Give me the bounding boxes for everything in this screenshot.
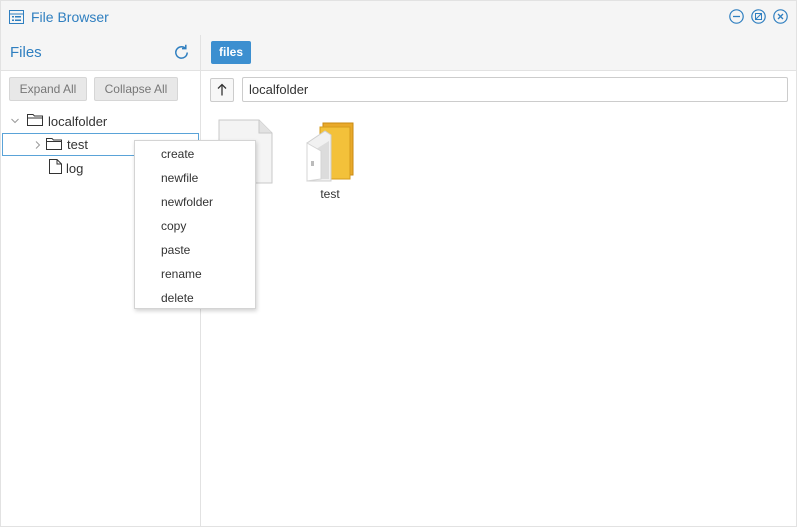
window-title: File Browser xyxy=(31,9,109,25)
file-list-header: files xyxy=(201,35,796,71)
tree-node-label: localfolder xyxy=(48,113,108,129)
tree-node-log[interactable]: log xyxy=(49,157,83,179)
folder-item-test[interactable]: test xyxy=(301,121,359,203)
refresh-icon[interactable] xyxy=(172,43,191,62)
files-panel-header: Files xyxy=(1,35,200,71)
arrow-up-icon[interactable] xyxy=(210,78,234,102)
tree-node-label: test xyxy=(67,137,88,152)
context-menu-item-rename[interactable]: rename xyxy=(135,262,255,286)
tab-files[interactable]: files xyxy=(211,41,252,64)
minimize-icon[interactable] xyxy=(729,9,744,24)
tree-node-label: log xyxy=(66,160,84,176)
collapse-all-button[interactable]: Collapse All xyxy=(94,77,178,101)
files-panel-title: Files xyxy=(10,44,42,61)
file-browser-window: File Browser Files Expand All Collapse A… xyxy=(0,0,797,527)
chevron-down-icon[interactable] xyxy=(9,115,21,127)
file-icon xyxy=(49,159,62,177)
expand-all-button[interactable]: Expand All xyxy=(9,77,87,101)
folder-item-label: test xyxy=(320,187,340,201)
context-menu: create newfile newfolder copy paste rena… xyxy=(134,140,256,309)
close-icon[interactable] xyxy=(773,9,788,24)
tree-node-localfolder[interactable]: localfolder xyxy=(9,110,107,132)
file-list-panel: files log xyxy=(201,35,796,526)
folder-icon xyxy=(46,137,63,153)
context-menu-item-delete[interactable]: delete xyxy=(135,286,255,310)
folder-open-icon xyxy=(27,113,44,129)
chevron-right-icon[interactable] xyxy=(32,139,44,151)
folder-icon xyxy=(301,122,359,186)
context-menu-item-newfile[interactable]: newfile xyxy=(135,166,255,190)
context-menu-item-newfolder[interactable]: newfolder xyxy=(135,190,255,214)
context-menu-item-copy[interactable]: copy xyxy=(135,214,255,238)
context-menu-item-create[interactable]: create xyxy=(135,142,255,166)
context-menu-item-paste[interactable]: paste xyxy=(135,238,255,262)
restore-icon[interactable] xyxy=(751,9,766,24)
title-bar: File Browser xyxy=(1,1,796,35)
window-list-icon xyxy=(9,10,24,24)
path-input[interactable] xyxy=(242,77,788,102)
